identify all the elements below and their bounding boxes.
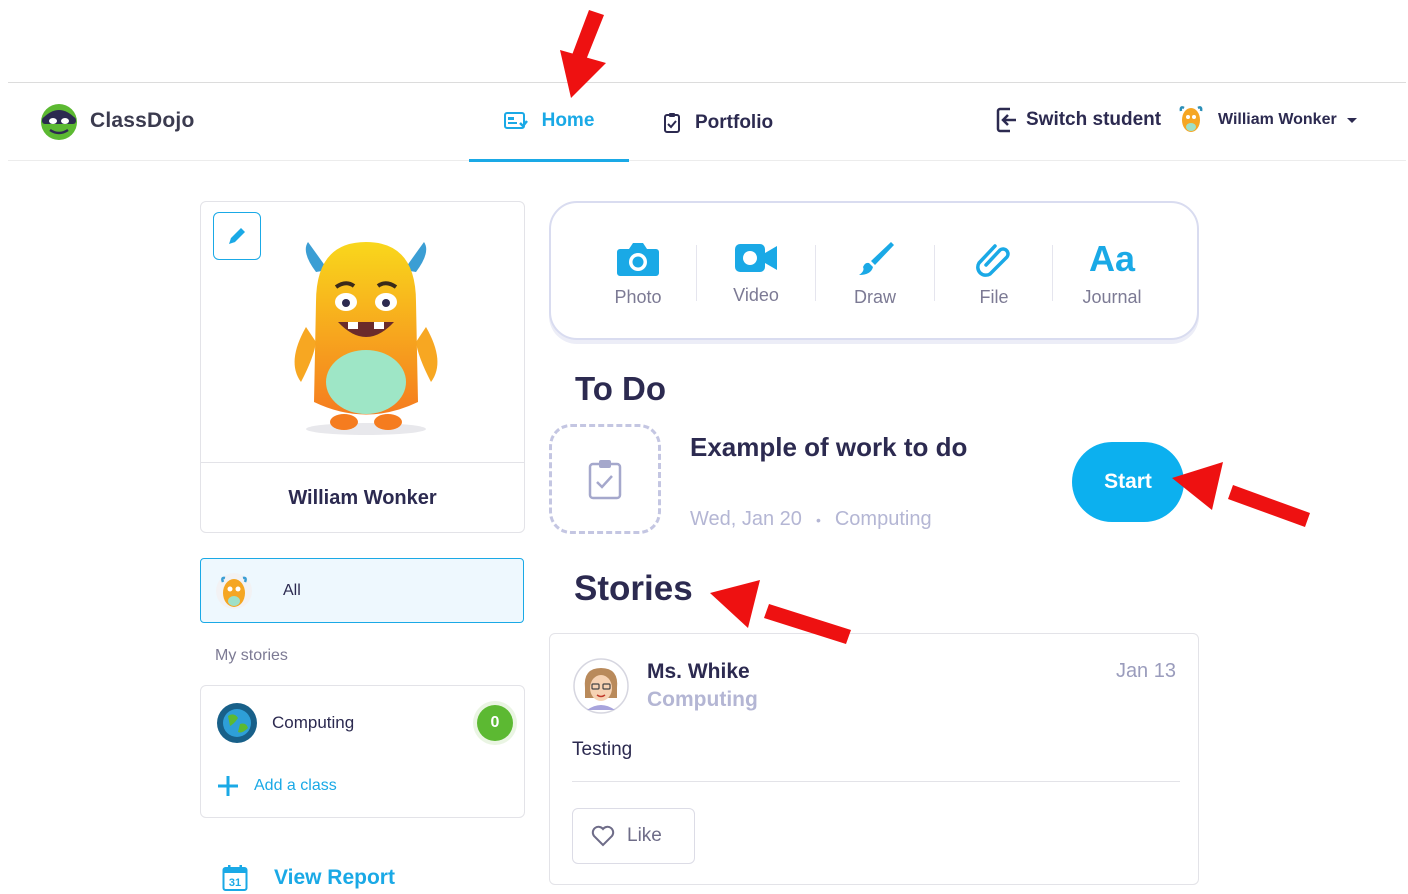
start-button[interactable]: Start	[1072, 442, 1184, 522]
tool-draw-label: Draw	[853, 287, 896, 307]
switch-student-button[interactable]: Switch student	[996, 107, 1161, 133]
teacher-avatar	[573, 658, 629, 714]
story-author[interactable]: Ms. Whike	[647, 660, 750, 684]
globe-icon	[217, 703, 257, 743]
student-name: William Wonker	[288, 486, 437, 509]
todo-heading: To Do	[575, 370, 667, 407]
tab-home[interactable]: Home	[469, 83, 629, 162]
story-card: Ms. Whike Computing Jan 13 Testing Like	[549, 633, 1199, 885]
home-icon	[503, 112, 528, 129]
story-divider	[572, 781, 1180, 782]
class-name: Computing	[272, 713, 355, 732]
classes-list: Computing 0 Add a class	[200, 685, 525, 818]
tool-journal[interactable]: Aa Journal	[1053, 241, 1171, 308]
tab-home-label: Home	[541, 110, 595, 131]
student-profile-card: William Wonker	[200, 201, 525, 533]
todo-item-meta: Wed, Jan 20 • Computing	[690, 508, 932, 531]
tool-draw[interactable]: Draw	[816, 241, 934, 308]
annotation-arrow-start	[1172, 462, 1310, 527]
class-unread-badge: 0	[477, 705, 513, 741]
tool-photo[interactable]: Photo	[579, 241, 697, 308]
view-report-label: View Report	[274, 866, 395, 889]
post-composer: Photo Video Draw File Aa Journal	[549, 201, 1199, 340]
text-aa-icon: Aa	[1088, 238, 1136, 279]
classdojo-logo-icon	[41, 104, 77, 140]
edit-avatar-button[interactable]	[213, 212, 261, 260]
filter-all-stories[interactable]: All	[200, 558, 524, 623]
tool-photo-label: Photo	[614, 287, 662, 307]
user-name: William Wonker	[1218, 111, 1337, 128]
clipboard-check-icon	[588, 460, 622, 500]
switch-student-label: Switch student	[1026, 109, 1162, 130]
class-item-computing[interactable]: Computing 0	[216, 702, 513, 744]
view-report-link[interactable]: 31 View Report	[222, 864, 395, 892]
my-stories-heading: My stories	[215, 647, 288, 664]
tool-file[interactable]: File	[935, 241, 1053, 308]
todo-item-icon	[549, 424, 661, 534]
story-text: Testing	[572, 739, 633, 760]
add-class-label: Add a class	[254, 777, 337, 794]
tool-video[interactable]: Video	[697, 241, 815, 306]
paintbrush-icon	[859, 242, 894, 275]
chevron-down-icon	[1346, 117, 1357, 123]
tab-portfolio-label: Portfolio	[695, 111, 774, 133]
like-button[interactable]: Like	[572, 808, 695, 864]
tool-file-label: File	[979, 287, 1009, 307]
classdojo-logo[interactable]: ClassDojo	[38, 100, 195, 142]
todo-due-date: Wed, Jan 20	[690, 508, 802, 530]
logo-text: ClassDojo	[90, 109, 195, 132]
meta-separator: •	[815, 511, 821, 528]
like-label: Like	[627, 825, 662, 846]
tool-video-label: Video	[733, 285, 779, 305]
tab-portfolio[interactable]: Portfolio	[663, 83, 773, 162]
student-avatar-monster	[294, 242, 438, 435]
calendar-day: 31	[229, 877, 241, 889]
add-class-button[interactable]: Add a class	[216, 774, 337, 798]
pencil-icon	[229, 228, 245, 244]
filter-all-label: All	[283, 581, 301, 599]
switch-account-icon	[996, 107, 1016, 133]
student-avatar-small	[216, 572, 252, 609]
heart-icon	[591, 825, 615, 847]
user-avatar	[1179, 106, 1203, 132]
student-name-area: William Wonker	[201, 462, 524, 533]
todo-item-title[interactable]: Example of work to do	[690, 432, 967, 463]
top-navigation-bar: ClassDojo Home Portfolio Switch student	[8, 82, 1406, 162]
user-menu[interactable]: William Wonker	[1178, 105, 1357, 135]
plus-icon	[218, 776, 238, 796]
camera-icon	[617, 243, 659, 276]
story-class-name: Computing	[647, 688, 758, 711]
stories-heading: Stories	[574, 569, 693, 608]
todo-class-name: Computing	[834, 508, 932, 530]
video-camera-icon	[735, 244, 777, 272]
calendar-icon: 31	[222, 865, 248, 891]
tool-journal-label: Journal	[1082, 287, 1142, 307]
paperclip-icon	[976, 244, 1010, 277]
clipboard-icon	[664, 112, 680, 133]
story-date: Jan 13	[1115, 660, 1176, 682]
